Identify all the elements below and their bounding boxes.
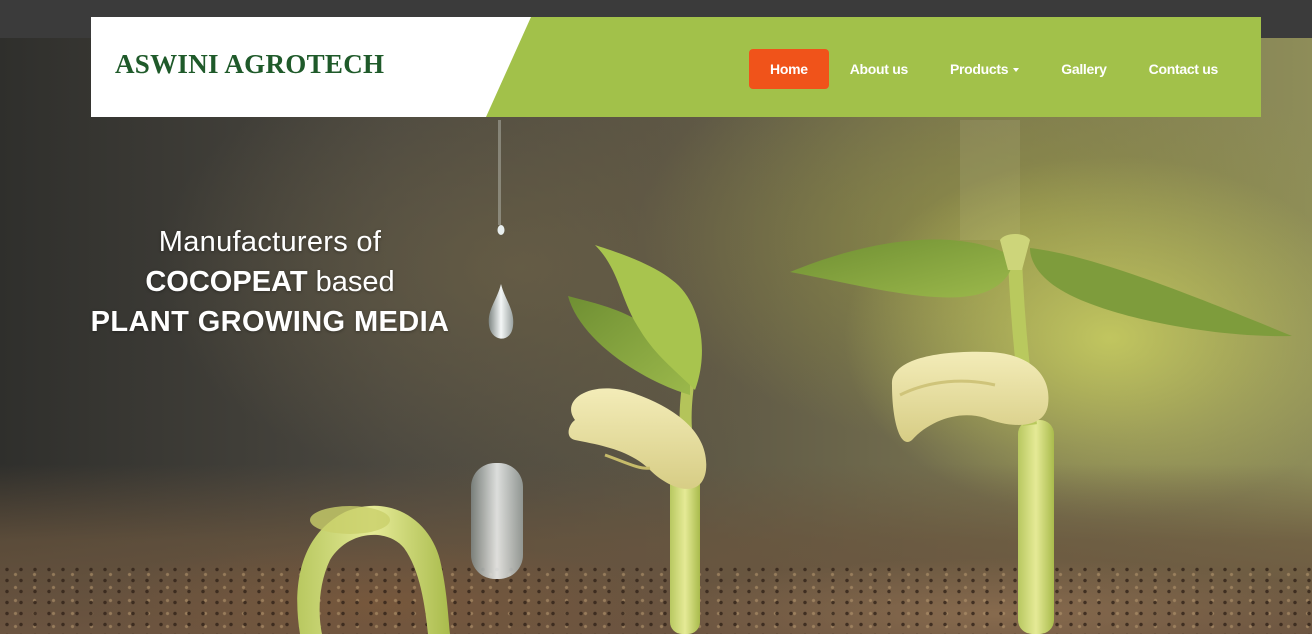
- site-header: ASWINI AGROTECH Home About us Products G…: [91, 17, 1261, 117]
- nav-about-label: About us: [849, 61, 909, 77]
- nav-contact-us[interactable]: Contact us: [1128, 49, 1239, 89]
- hero-highlight: COCOPEAT: [145, 266, 308, 298]
- brand-logo[interactable]: ASWINI AGROTECH: [115, 49, 384, 80]
- hero-line-1: Manufacturers of: [158, 226, 382, 258]
- nav-products[interactable]: Products: [929, 49, 1040, 89]
- nav-home[interactable]: Home: [749, 49, 829, 89]
- hero-line-2: COCOPEAT based: [60, 262, 480, 302]
- water-drops: [471, 120, 1020, 579]
- nav-home-label: Home: [770, 61, 808, 77]
- nav-about-us[interactable]: About us: [829, 49, 929, 89]
- right-seedling: [790, 234, 1292, 634]
- logo-area: ASWINI AGROTECH: [91, 17, 531, 117]
- nav-gallery[interactable]: Gallery: [1040, 49, 1127, 89]
- nav-products-label: Products: [949, 61, 1009, 77]
- hero-tagline: Manufacturers of COCOPEAT based PLANT GR…: [60, 222, 480, 342]
- caret-down-icon: [1013, 68, 1020, 72]
- nav-gallery-label: Gallery: [1061, 61, 1107, 77]
- hero-line-2-rest: based: [307, 266, 395, 298]
- main-nav: Home About us Products Gallery Contact u…: [749, 49, 1239, 89]
- middle-seedling: [568, 245, 707, 634]
- nav-contact-label: Contact us: [1148, 61, 1219, 77]
- hero-line-3: PLANT GROWING MEDIA: [90, 306, 450, 338]
- small-seedling: [297, 505, 450, 634]
